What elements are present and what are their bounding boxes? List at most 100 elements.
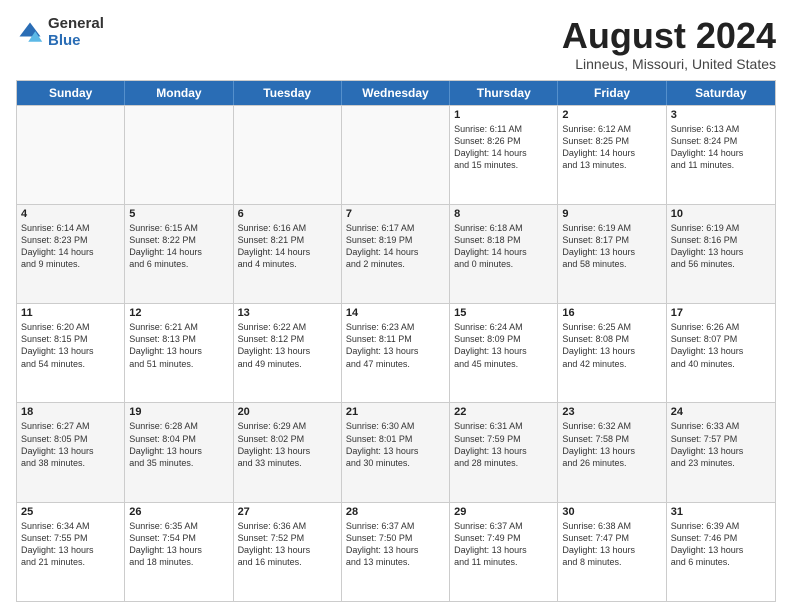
day-cell-7: 7Sunrise: 6:17 AM Sunset: 8:19 PM Daylig… [342,205,450,303]
day-cell-20: 20 Sunrise: 6:29 AM Sunset: 8:02 PM Dayli… [234,403,342,501]
header-day-saturday: Saturday [667,81,775,105]
empty-cell [234,106,342,204]
day-number: 17 [671,307,771,319]
day-cell-9: 9 Sunrise: 6:19 AM Sunset: 8:17 PM Daylig… [558,205,666,303]
day-cell-31: 31 Sunrise: 6:39 AM Sunset: 7:46 PM Dayli… [667,503,775,601]
empty-cell [342,106,450,204]
day-cell-2: 2 Sunrise: 6:12 AM Sunset: 8:25 PM Daylig… [558,106,666,204]
calendar-row-5: 25 Sunrise: 6:34 AM Sunset: 7:55 PM Dayli… [17,502,775,601]
day-number: 13 [238,307,337,319]
logo: General Blue [16,16,104,49]
day-info: Sunrise: 6:23 AM Sunset: 8:11 PM Dayligh… [346,321,445,370]
day-number: 25 [21,506,120,518]
day-number: 4 [21,208,120,220]
header-day-friday: Friday [558,81,666,105]
title-location: Linneus, Missouri, United States [562,56,776,72]
day-number: 5 [129,208,228,220]
day-number: 10 [671,208,771,220]
header-day-wednesday: Wednesday [342,81,450,105]
day-number: 3 [671,109,771,121]
day-cell-16: 16 Sunrise: 6:25 AM Sunset: 8:08 PM Dayli… [558,304,666,402]
day-info: Sunrise: 6:37 AM Sunset: 7:50 PM Dayligh… [346,520,445,569]
calendar-body: 1 Sunrise: 6:11 AM Sunset: 8:26 PM Daylig… [17,105,775,601]
day-info: Sunrise: 6:30 AM Sunset: 8:01 PM Dayligh… [346,420,445,469]
day-cell-11: 11 Sunrise: 6:20 AM Sunset: 8:15 PM Dayli… [17,304,125,402]
day-info: Sunrise: 6:21 AM Sunset: 8:13 PM Dayligh… [129,321,228,370]
day-number: 7 [346,208,445,220]
day-number: 26 [129,506,228,518]
calendar-row-4: 18Sunrise: 6:27 AM Sunset: 8:05 PM Dayli… [17,402,775,501]
page: General Blue August 2024 Linneus, Missou… [0,0,792,612]
day-number: 22 [454,406,553,418]
day-info: Sunrise: 6:22 AM Sunset: 8:12 PM Dayligh… [238,321,337,370]
day-number: 28 [346,506,445,518]
header-day-tuesday: Tuesday [234,81,342,105]
day-info: Sunrise: 6:39 AM Sunset: 7:46 PM Dayligh… [671,520,771,569]
day-number: 6 [238,208,337,220]
calendar-row-1: 1 Sunrise: 6:11 AM Sunset: 8:26 PM Daylig… [17,105,775,204]
day-cell-19: 19Sunrise: 6:28 AM Sunset: 8:04 PM Dayli… [125,403,233,501]
day-number: 19 [129,406,228,418]
calendar-header: SundayMondayTuesdayWednesdayThursdayFrid… [17,81,775,105]
day-info: Sunrise: 6:37 AM Sunset: 7:49 PM Dayligh… [454,520,553,569]
day-number: 31 [671,506,771,518]
calendar-row-3: 11 Sunrise: 6:20 AM Sunset: 8:15 PM Dayli… [17,303,775,402]
day-info: Sunrise: 6:18 AM Sunset: 8:18 PM Dayligh… [454,222,553,271]
day-cell-27: 27Sunrise: 6:36 AM Sunset: 7:52 PM Dayli… [234,503,342,601]
day-cell-3: 3 Sunrise: 6:13 AM Sunset: 8:24 PM Daylig… [667,106,775,204]
day-cell-10: 10 Sunrise: 6:19 AM Sunset: 8:16 PM Dayli… [667,205,775,303]
header-day-sunday: Sunday [17,81,125,105]
day-cell-23: 23Sunrise: 6:32 AM Sunset: 7:58 PM Dayli… [558,403,666,501]
day-info: Sunrise: 6:12 AM Sunset: 8:25 PM Dayligh… [562,123,661,172]
day-info: Sunrise: 6:19 AM Sunset: 8:17 PM Dayligh… [562,222,661,271]
day-info: Sunrise: 6:15 AM Sunset: 8:22 PM Dayligh… [129,222,228,271]
day-cell-1: 1 Sunrise: 6:11 AM Sunset: 8:26 PM Daylig… [450,106,558,204]
logo-general-label: General [48,16,104,33]
day-number: 30 [562,506,661,518]
header: General Blue August 2024 Linneus, Missou… [16,16,776,72]
day-info: Sunrise: 6:13 AM Sunset: 8:24 PM Dayligh… [671,123,771,172]
day-number: 14 [346,307,445,319]
calendar: SundayMondayTuesdayWednesdayThursdayFrid… [16,80,776,602]
header-day-thursday: Thursday [450,81,558,105]
day-cell-30: 30 Sunrise: 6:38 AM Sunset: 7:47 PM Dayli… [558,503,666,601]
day-cell-22: 22 Sunrise: 6:31 AM Sunset: 7:59 PM Dayli… [450,403,558,501]
day-info: Sunrise: 6:38 AM Sunset: 7:47 PM Dayligh… [562,520,661,569]
title-month: August 2024 [562,16,776,56]
day-cell-13: 13 Sunrise: 6:22 AM Sunset: 8:12 PM Dayli… [234,304,342,402]
day-info: Sunrise: 6:31 AM Sunset: 7:59 PM Dayligh… [454,420,553,469]
day-info: Sunrise: 6:24 AM Sunset: 8:09 PM Dayligh… [454,321,553,370]
day-info: Sunrise: 6:25 AM Sunset: 8:08 PM Dayligh… [562,321,661,370]
day-cell-4: 4Sunrise: 6:14 AM Sunset: 8:23 PM Daylig… [17,205,125,303]
day-info: Sunrise: 6:34 AM Sunset: 7:55 PM Dayligh… [21,520,120,569]
day-cell-29: 29 Sunrise: 6:37 AM Sunset: 7:49 PM Dayli… [450,503,558,601]
day-info: Sunrise: 6:20 AM Sunset: 8:15 PM Dayligh… [21,321,120,370]
day-number: 12 [129,307,228,319]
day-number: 2 [562,109,661,121]
day-info: Sunrise: 6:32 AM Sunset: 7:58 PM Dayligh… [562,420,661,469]
day-info: Sunrise: 6:26 AM Sunset: 8:07 PM Dayligh… [671,321,771,370]
empty-cell [17,106,125,204]
day-cell-15: 15 Sunrise: 6:24 AM Sunset: 8:09 PM Dayli… [450,304,558,402]
header-day-monday: Monday [125,81,233,105]
day-info: Sunrise: 6:36 AM Sunset: 7:52 PM Dayligh… [238,520,337,569]
day-number: 15 [454,307,553,319]
day-number: 16 [562,307,661,319]
day-cell-6: 6Sunrise: 6:16 AM Sunset: 8:21 PM Daylig… [234,205,342,303]
calendar-row-2: 4Sunrise: 6:14 AM Sunset: 8:23 PM Daylig… [17,204,775,303]
day-cell-12: 12 Sunrise: 6:21 AM Sunset: 8:13 PM Dayli… [125,304,233,402]
day-info: Sunrise: 6:33 AM Sunset: 7:57 PM Dayligh… [671,420,771,469]
day-number: 29 [454,506,553,518]
day-number: 11 [21,307,120,319]
day-number: 9 [562,208,661,220]
day-number: 24 [671,406,771,418]
day-number: 20 [238,406,337,418]
day-info: Sunrise: 6:19 AM Sunset: 8:16 PM Dayligh… [671,222,771,271]
day-cell-14: 14 Sunrise: 6:23 AM Sunset: 8:11 PM Dayli… [342,304,450,402]
day-number: 1 [454,109,553,121]
day-info: Sunrise: 6:11 AM Sunset: 8:26 PM Dayligh… [454,123,553,172]
day-cell-5: 5 Sunrise: 6:15 AM Sunset: 8:22 PM Daylig… [125,205,233,303]
day-cell-17: 17 Sunrise: 6:26 AM Sunset: 8:07 PM Dayli… [667,304,775,402]
day-number: 8 [454,208,553,220]
day-info: Sunrise: 6:29 AM Sunset: 8:02 PM Dayligh… [238,420,337,469]
